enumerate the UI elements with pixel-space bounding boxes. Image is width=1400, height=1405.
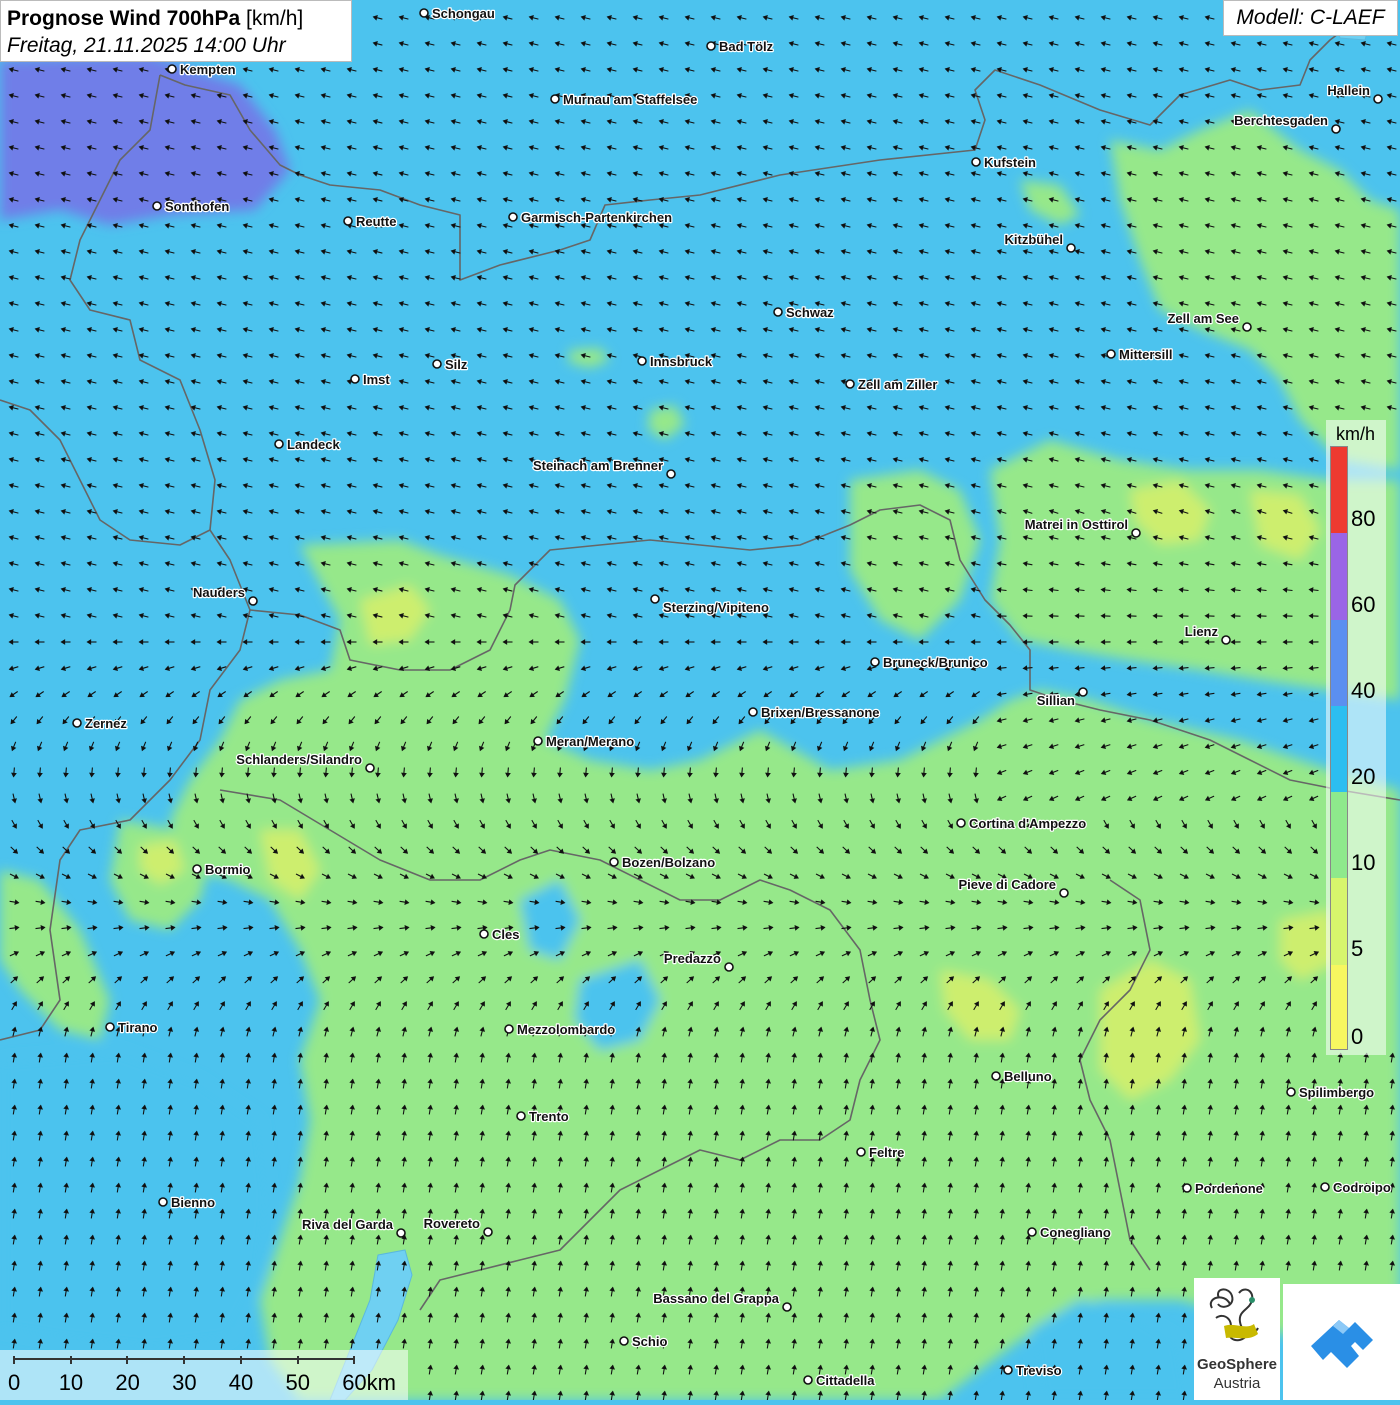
wind-forecast-map: SchongauBad TölzKemptenMurnau am Staffel… bbox=[0, 0, 1400, 1400]
